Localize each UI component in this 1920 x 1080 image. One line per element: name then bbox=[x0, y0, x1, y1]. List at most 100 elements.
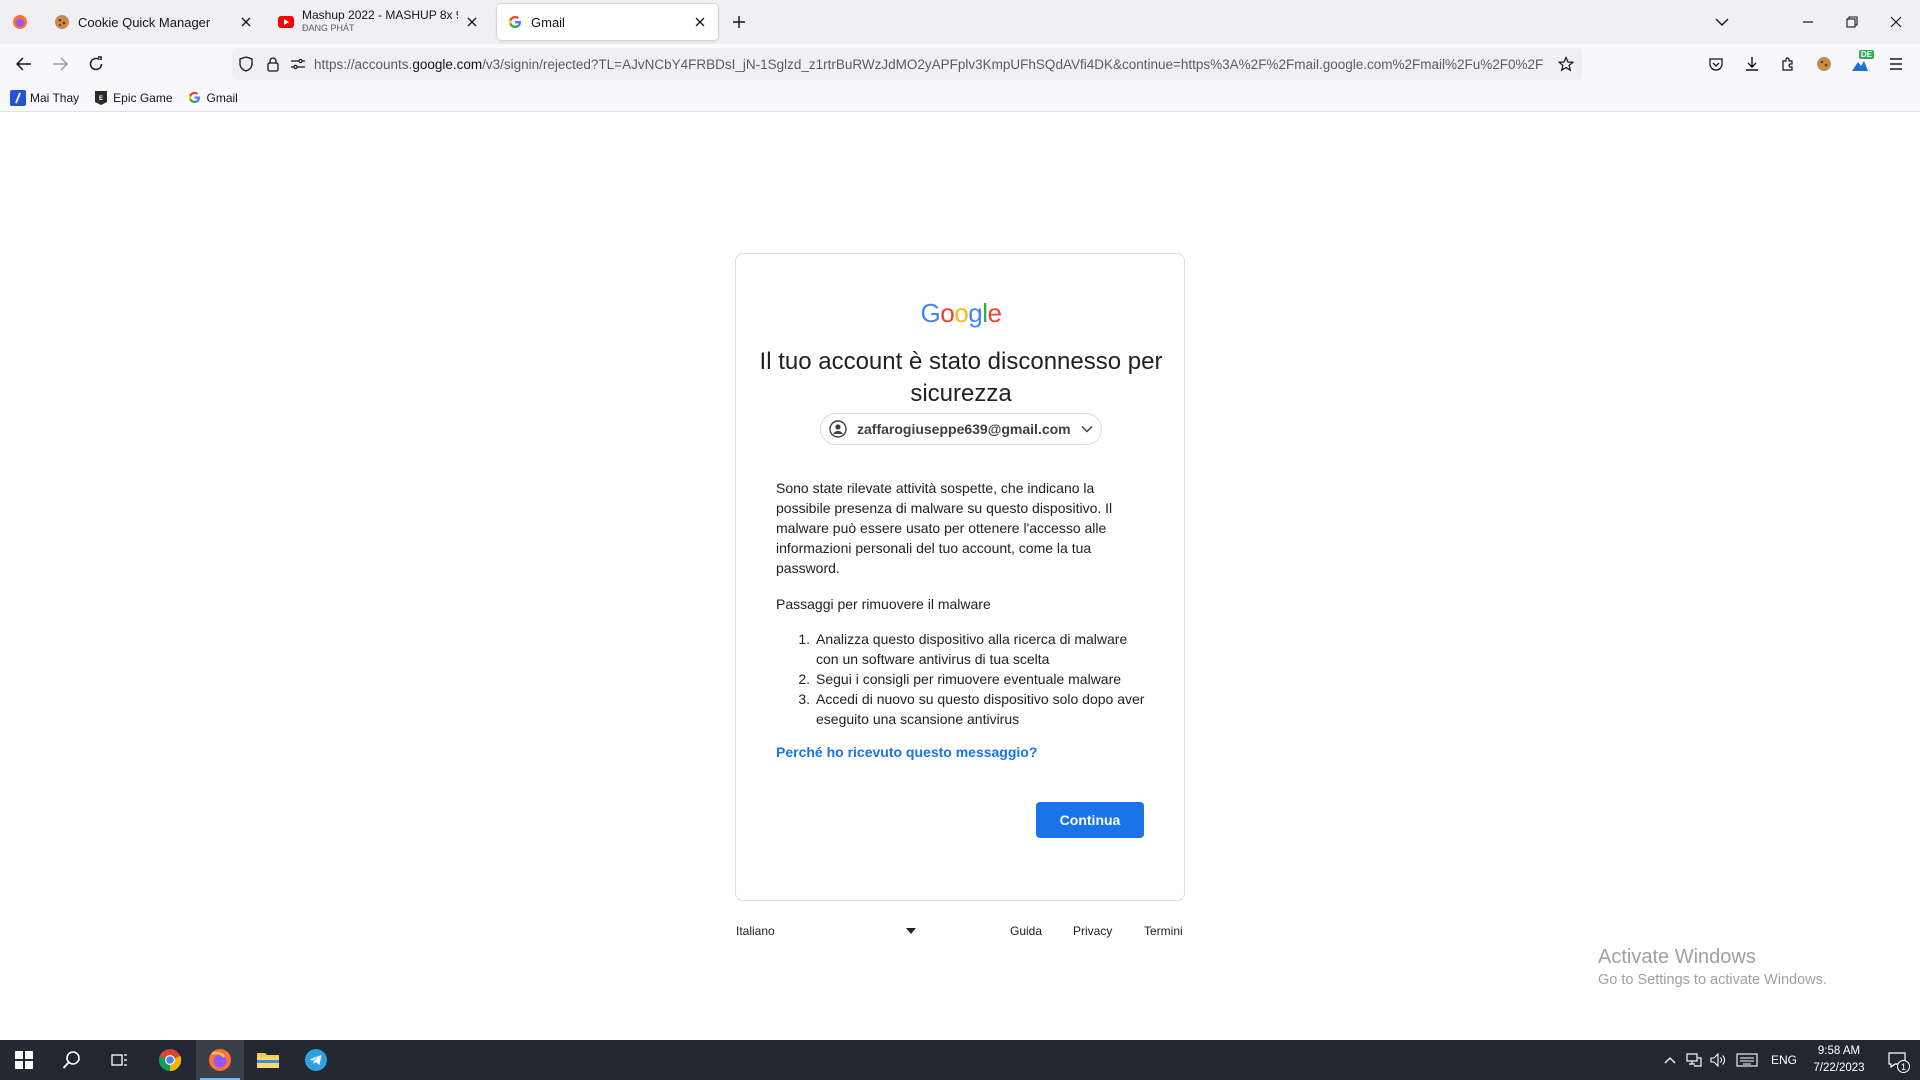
steps-list: 1. Analizza questo dispositivo alla ricer… bbox=[776, 629, 1146, 729]
start-button[interactable] bbox=[0, 1040, 48, 1080]
chevron-down-icon bbox=[1715, 18, 1729, 26]
close-icon bbox=[1890, 16, 1902, 28]
download-icon bbox=[1746, 57, 1758, 71]
tab-cookie-quick-manager[interactable]: Cookie Quick Manager bbox=[44, 4, 264, 40]
app-menu-button[interactable] bbox=[1880, 48, 1912, 80]
logo-letter: g bbox=[968, 298, 983, 328]
translate-extension-button[interactable]: DE bbox=[1844, 48, 1876, 80]
downloads-button[interactable] bbox=[1736, 48, 1768, 80]
step-text: Accedi di nuovo su questo dispositivo so… bbox=[816, 691, 1145, 727]
taskbar-telegram[interactable] bbox=[292, 1040, 340, 1080]
input-language[interactable]: ENG bbox=[1764, 1053, 1804, 1067]
permissions-icon[interactable] bbox=[290, 57, 306, 71]
tab-mashup-youtube[interactable]: Mashup 2022 - MASHUP 8x 9x Nhạc ĐANG PHÁ… bbox=[268, 4, 490, 40]
bookmark-gmail[interactable]: Gmail bbox=[187, 90, 238, 106]
volume-icon[interactable] bbox=[1706, 1053, 1730, 1067]
url-path: /v3/signin/rejected?TL=AJvNCbY4FRBDsI_jN… bbox=[482, 56, 1544, 72]
notification-center-button[interactable]: 1 bbox=[1874, 1052, 1920, 1073]
restore-icon bbox=[1846, 16, 1858, 28]
list-item: 1. Analizza questo dispositivo alla ricer… bbox=[776, 629, 1146, 669]
footer-link-terms[interactable]: Termini bbox=[1144, 924, 1183, 938]
firefox-icon bbox=[209, 1049, 231, 1071]
pocket-button[interactable] bbox=[1700, 48, 1732, 80]
hamburger-menu-icon bbox=[1890, 58, 1902, 70]
url-domain: google.com bbox=[412, 56, 483, 72]
language-select[interactable]: Italiano bbox=[736, 924, 916, 938]
account-circle-icon bbox=[829, 420, 847, 438]
search-button[interactable] bbox=[48, 1040, 96, 1080]
puzzle-icon bbox=[1782, 57, 1793, 71]
step-text: Analizza questo dispositivo alla ricerca… bbox=[816, 631, 1128, 667]
system-tray: ENG 9:58 AM 7/22/2023 1 bbox=[1658, 1040, 1920, 1080]
step-number: 2. bbox=[798, 671, 810, 687]
tab-title: Mashup 2022 - MASHUP 8x 9x Nhạc bbox=[302, 9, 458, 22]
logo-letter: G bbox=[920, 298, 941, 328]
close-tab-icon[interactable] bbox=[238, 14, 254, 30]
cookie-icon bbox=[1817, 57, 1831, 71]
language-value: Italiano bbox=[736, 924, 775, 938]
list-all-tabs-button[interactable] bbox=[1706, 6, 1738, 38]
notification-count: 1 bbox=[1897, 1060, 1910, 1073]
back-button[interactable] bbox=[8, 48, 40, 80]
url-bar[interactable]: https://accounts.google.com/v3/signin/re… bbox=[232, 48, 1582, 80]
chevron-up-icon bbox=[1664, 1057, 1676, 1064]
bookmark-label: Epic Game bbox=[113, 90, 173, 105]
activation-watermark-title: Activate Windows bbox=[1598, 946, 1756, 968]
step-number: 3. bbox=[798, 691, 810, 707]
logo-letter: o bbox=[954, 298, 969, 328]
cookie-manager-extension-button[interactable] bbox=[1808, 48, 1840, 80]
close-tab-icon[interactable] bbox=[692, 14, 708, 30]
show-hidden-icons-button[interactable] bbox=[1658, 1056, 1682, 1064]
url-prefix: https://accounts. bbox=[314, 56, 413, 72]
taskbar-firefox[interactable] bbox=[196, 1040, 244, 1080]
step-number: 1. bbox=[798, 631, 810, 647]
task-view-icon bbox=[111, 1054, 127, 1066]
google-logo-text: Google bbox=[921, 298, 1002, 328]
taskbar-chrome[interactable] bbox=[146, 1040, 194, 1080]
search-icon bbox=[62, 1051, 80, 1069]
footer-link-privacy[interactable]: Privacy bbox=[1073, 924, 1112, 938]
close-tab-icon[interactable] bbox=[464, 14, 480, 30]
extensions-button[interactable] bbox=[1772, 48, 1804, 80]
minimize-window-button[interactable] bbox=[1788, 6, 1828, 38]
account-chip[interactable]: zaffarogiuseppe639@gmail.com bbox=[820, 413, 1102, 445]
taskbar-file-explorer[interactable] bbox=[244, 1040, 292, 1080]
clock[interactable]: 9:58 AM 7/22/2023 bbox=[1804, 1043, 1874, 1077]
forward-button[interactable] bbox=[44, 48, 76, 80]
extension-badge: DE bbox=[1858, 50, 1874, 59]
bookmark-label: Mai Thay bbox=[30, 90, 80, 105]
page-title: Il tuo account è stato disconnesso per s… bbox=[759, 348, 1163, 407]
url-text[interactable]: https://accounts.google.com/v3/signin/re… bbox=[314, 57, 1550, 72]
bookmark-epic-game[interactable]: E Epic Game bbox=[93, 90, 173, 106]
why-message-link[interactable]: Perché ho ricevuto questo messaggio? bbox=[776, 744, 1037, 760]
firefox-icon bbox=[13, 15, 27, 29]
close-window-button[interactable] bbox=[1876, 6, 1916, 38]
windows-icon bbox=[15, 1051, 33, 1069]
new-tab-button[interactable] bbox=[723, 6, 755, 38]
step-text: Segui i consigli per rimuovere eventuale… bbox=[816, 671, 1122, 687]
keyboard-icon[interactable] bbox=[1730, 1053, 1764, 1067]
lock-icon[interactable] bbox=[266, 56, 280, 72]
bookmark-mai-thay[interactable]: Mai Thay bbox=[10, 89, 80, 106]
logo-letter: e bbox=[987, 298, 1002, 328]
pocket-icon bbox=[1709, 58, 1723, 71]
arrow-left-icon bbox=[16, 57, 31, 71]
plus-icon bbox=[733, 16, 745, 28]
restore-window-button[interactable] bbox=[1832, 6, 1872, 38]
bookmark-star-icon[interactable] bbox=[1558, 56, 1574, 72]
footer-link-help[interactable]: Guida bbox=[1010, 924, 1042, 938]
network-icon[interactable] bbox=[1682, 1053, 1706, 1067]
arrow-right-icon bbox=[53, 57, 68, 71]
continue-button[interactable]: Continua bbox=[1036, 802, 1144, 838]
tab-gmail[interactable]: Gmail bbox=[497, 4, 718, 40]
clock-date: 7/22/2023 bbox=[1813, 1062, 1865, 1074]
reload-button[interactable] bbox=[80, 48, 112, 80]
google-logo: Google bbox=[736, 298, 1186, 329]
firefox-view-button[interactable] bbox=[4, 6, 36, 38]
task-view-button[interactable] bbox=[96, 1040, 144, 1080]
google-icon bbox=[187, 90, 203, 106]
telegram-icon bbox=[305, 1049, 327, 1071]
tab-title: Cookie Quick Manager bbox=[78, 14, 211, 30]
tracking-protection-icon[interactable] bbox=[238, 56, 254, 72]
mai-thay-icon bbox=[10, 89, 26, 106]
